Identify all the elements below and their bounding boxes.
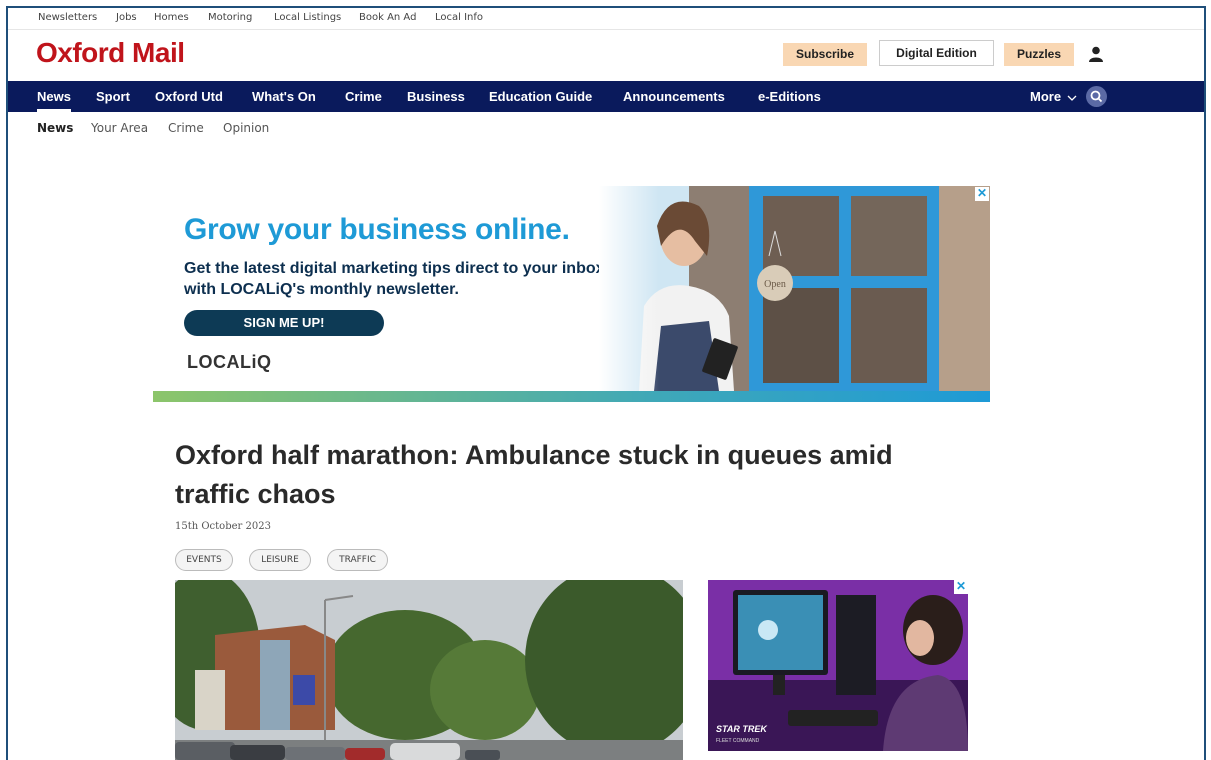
advert-banner[interactable]: Grow your business online. Get the lates… bbox=[153, 186, 990, 402]
advert-brand-logo: LOCALiQ bbox=[187, 352, 272, 372]
nav-e-editions[interactable]: e-Editions bbox=[758, 89, 821, 104]
site-logo[interactable]: Oxford Mail bbox=[36, 37, 185, 69]
nav-oxford-utd[interactable]: Oxford Utd bbox=[155, 89, 223, 104]
nav-news[interactable]: News bbox=[37, 89, 71, 112]
subnav-your-area[interactable]: Your Area bbox=[91, 121, 148, 135]
nav-crime[interactable]: Crime bbox=[345, 89, 382, 104]
search-button[interactable] bbox=[1086, 86, 1107, 107]
main-navigation: News Sport Oxford Utd What's On Crime Bu… bbox=[8, 81, 1204, 112]
nav-announcements[interactable]: Announcements bbox=[623, 89, 725, 104]
tag-events[interactable]: EVENTS bbox=[175, 549, 233, 571]
advert-shop-photo: Open bbox=[599, 186, 990, 391]
advert-headline: Grow your business online. bbox=[184, 213, 570, 246]
side-advert[interactable]: STAR TREK FLEET COMMAND ✕ bbox=[708, 580, 968, 751]
advert-signup-button[interactable]: SIGN ME UP! bbox=[184, 310, 384, 336]
chevron-down-icon bbox=[1067, 95, 1077, 101]
advert-colour-strip bbox=[153, 391, 990, 402]
article-hero-image[interactable] bbox=[175, 580, 683, 760]
nav-more-button[interactable]: More bbox=[1030, 89, 1077, 104]
article-date: 15th October 2023 bbox=[175, 521, 271, 532]
advert-close-icon[interactable]: ✕ bbox=[975, 187, 989, 201]
nav-sport[interactable]: Sport bbox=[96, 89, 130, 104]
subnav-news[interactable]: News bbox=[37, 121, 73, 135]
utility-link-local-info[interactable]: Local Info bbox=[435, 12, 483, 23]
utility-link-motoring[interactable]: Motoring bbox=[208, 12, 252, 23]
subnav-crime[interactable]: Crime bbox=[168, 121, 204, 135]
nav-education-guide[interactable]: Education Guide bbox=[489, 89, 592, 104]
advert-open-sign-text: Open bbox=[764, 279, 786, 290]
search-icon bbox=[1090, 90, 1103, 103]
side-advert-game-subtitle: FLEET COMMAND bbox=[716, 738, 760, 744]
nav-business[interactable]: Business bbox=[407, 89, 465, 104]
digital-edition-button[interactable]: Digital Edition bbox=[879, 40, 994, 66]
utility-link-newsletters[interactable]: Newsletters bbox=[38, 12, 97, 23]
article-headline: Oxford half marathon: Ambulance stuck in… bbox=[175, 440, 893, 509]
utility-bar: Newsletters Jobs Homes Motoring Local Li… bbox=[8, 8, 1204, 30]
utility-link-book-an-ad[interactable]: Book An Ad bbox=[359, 12, 416, 23]
side-advert-game-title: STAR TREK bbox=[716, 724, 768, 734]
subnav-opinion[interactable]: Opinion bbox=[223, 121, 269, 135]
advert-body: Get the latest digital marketing tips di… bbox=[184, 260, 605, 298]
tag-leisure[interactable]: LEISURE bbox=[249, 549, 311, 571]
user-account-icon[interactable] bbox=[1087, 45, 1105, 63]
sub-navigation: News Your Area Crime Opinion bbox=[8, 112, 1204, 142]
nav-more-label: More bbox=[1030, 89, 1062, 104]
masthead: Oxford Mail Subscribe Digital Edition Pu… bbox=[8, 31, 1204, 81]
nav-whats-on[interactable]: What's On bbox=[252, 89, 316, 104]
tag-traffic[interactable]: TRAFFIC bbox=[327, 549, 388, 571]
side-advert-image: STAR TREK FLEET COMMAND bbox=[708, 580, 968, 751]
utility-link-local-listings[interactable]: Local Listings bbox=[274, 12, 341, 23]
utility-link-homes[interactable]: Homes bbox=[154, 12, 189, 23]
side-advert-close-icon[interactable]: ✕ bbox=[954, 580, 968, 594]
utility-link-jobs[interactable]: Jobs bbox=[116, 12, 137, 23]
puzzles-button[interactable]: Puzzles bbox=[1004, 43, 1074, 66]
subscribe-button[interactable]: Subscribe bbox=[783, 43, 867, 66]
